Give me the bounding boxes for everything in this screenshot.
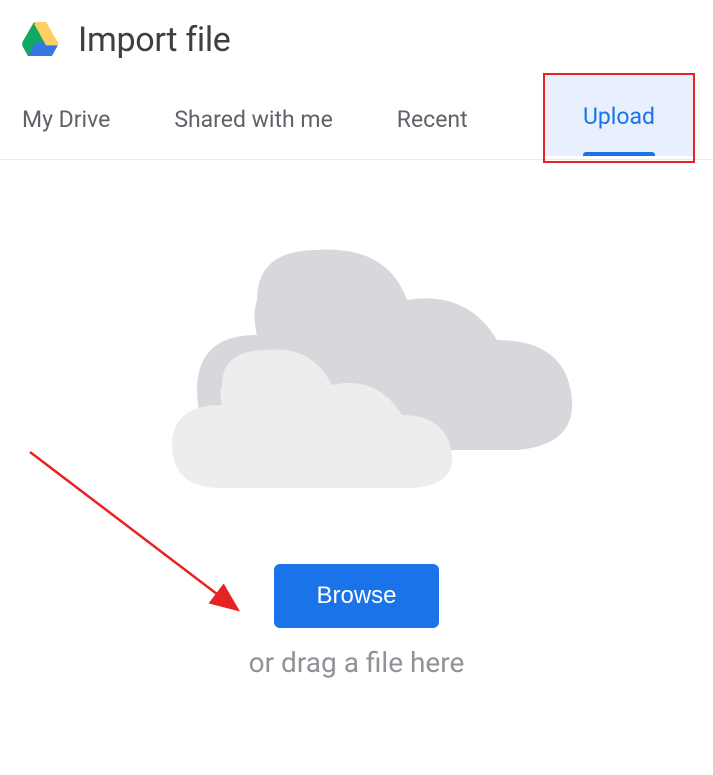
tab-shared-with-me[interactable]: Shared with me bbox=[162, 78, 364, 159]
browse-button[interactable]: Browse bbox=[274, 564, 438, 628]
tab-recent[interactable]: Recent bbox=[385, 78, 500, 159]
source-tabs: My Drive Shared with me Recent Upload bbox=[0, 78, 713, 160]
dialog-title: Import file bbox=[78, 20, 231, 60]
tab-my-drive[interactable]: My Drive bbox=[10, 78, 142, 159]
google-drive-logo-icon bbox=[22, 24, 58, 60]
upload-area[interactable]: Browse or drag a file here bbox=[0, 160, 713, 679]
tab-upload[interactable]: Upload bbox=[545, 75, 693, 156]
annotation-highlight-box: Upload bbox=[543, 73, 695, 163]
cloud-upload-illustration-icon bbox=[127, 240, 587, 564]
dialog-header: Import file bbox=[0, 0, 713, 78]
drag-hint-text: or drag a file here bbox=[249, 646, 465, 679]
